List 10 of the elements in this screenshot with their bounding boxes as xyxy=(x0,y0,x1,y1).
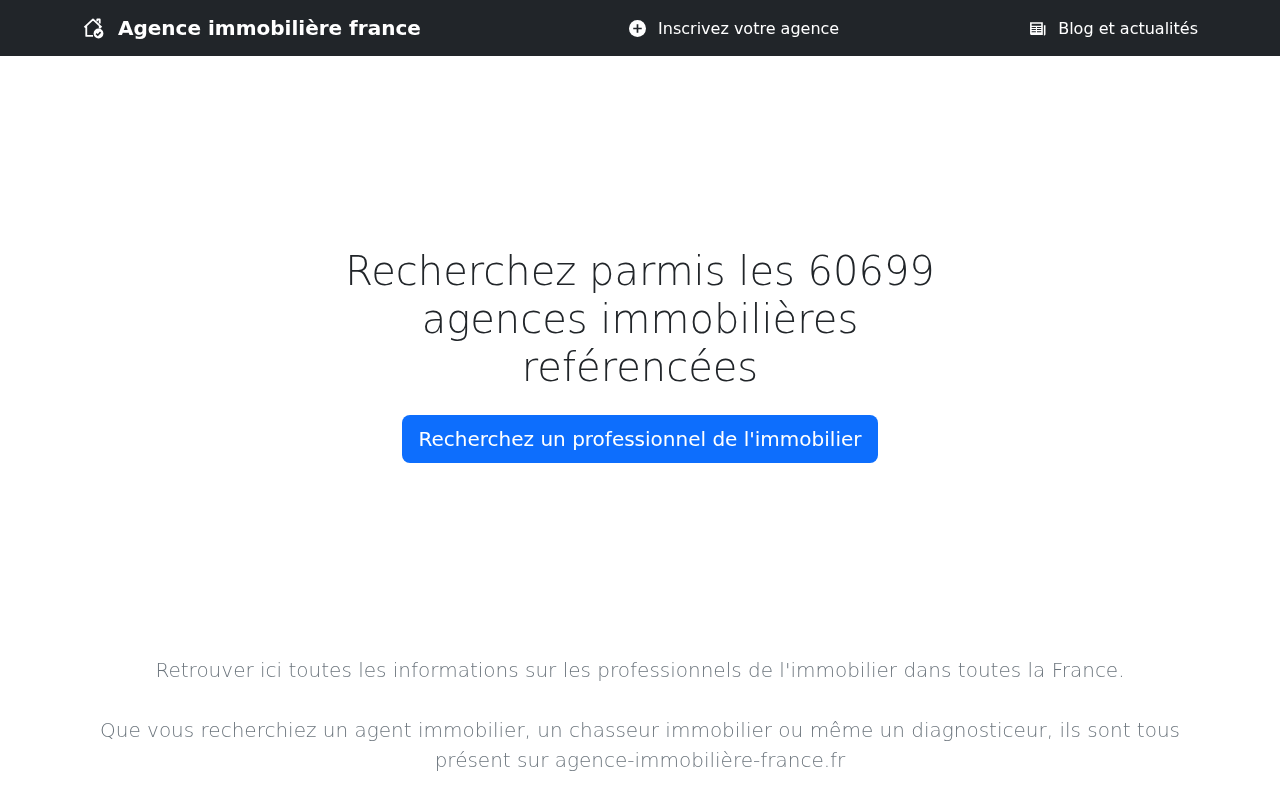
nav-link[interactable]: Inscrivez votre agence xyxy=(629,10,840,46)
nav-link[interactable]: Blog et actualités xyxy=(1029,10,1198,46)
intro-paragraph: Retrouver ici toutes les informations sur les professionnels de l'immobilier dans toutes la France. xyxy=(154,657,1126,684)
plus-circle-icon xyxy=(629,19,647,37)
newspaper-icon xyxy=(1029,19,1047,37)
brand-link[interactable]: Agence immobilière france xyxy=(82,16,421,40)
hero-heading: Recherchez parmis les 60699 agences immobilières reférencées xyxy=(344,247,936,391)
intro-paragraph: Que vous recherchiez un agent immobilier, un chasseur immobilier ou même un diagnosticeur, ils sont tous présent sur agence-immobilière-france.fr xyxy=(98,717,1182,774)
house-check-icon xyxy=(82,17,104,39)
search-button[interactable]: Recherchez un professionnel de l'immobilier xyxy=(401,415,879,463)
